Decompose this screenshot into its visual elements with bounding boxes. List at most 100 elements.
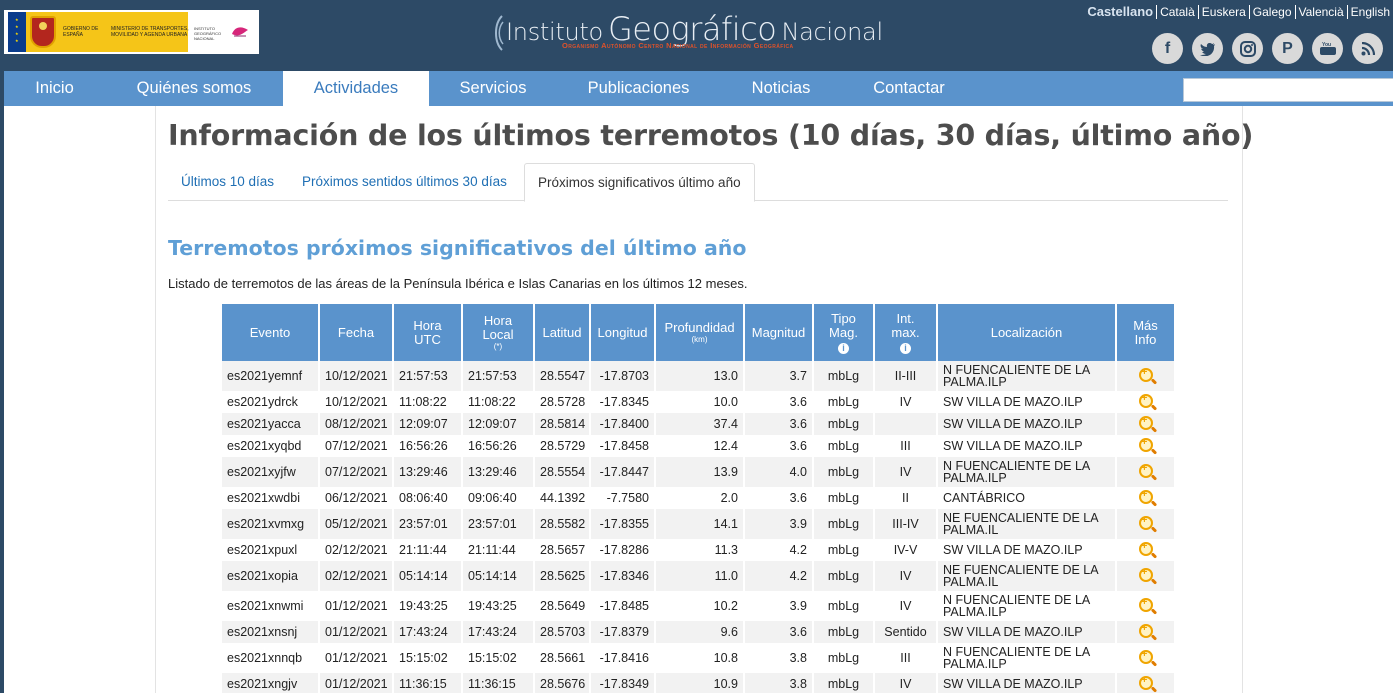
lang-euskera[interactable]: Euskera xyxy=(1197,5,1249,19)
mag-type-cell: mbLg xyxy=(812,591,874,621)
col-mas-info-label-2: Info xyxy=(1134,331,1157,347)
event-id-cell: es2021xpuxl xyxy=(222,539,319,561)
utc-time-cell: 21:11:44 xyxy=(392,539,462,561)
table-row: es2021yemnf 10/12/2021 21:57:53 21:57:53 28.… xyxy=(222,361,1174,391)
info-icon[interactable]: i xyxy=(838,342,849,354)
gov-text: Gobierno de España xyxy=(63,26,99,38)
svg-text:You: You xyxy=(1322,42,1331,48)
more-info-cell xyxy=(1115,673,1174,693)
intensity-cell xyxy=(873,413,937,435)
lang-galego[interactable]: Galego xyxy=(1248,5,1295,19)
longitude-cell: -17.8485 xyxy=(589,591,655,621)
zoom-in-icon[interactable] xyxy=(1138,489,1153,504)
magnitude-cell: 3.6 xyxy=(743,621,813,643)
mag-type-cell: mbLg xyxy=(812,391,874,413)
utc-time-cell: 05:14:14 xyxy=(392,561,462,591)
more-info-cell xyxy=(1115,561,1174,591)
zoom-in-icon[interactable] xyxy=(1138,567,1153,582)
location-cell: SW VILLA DE MAZO.ILP xyxy=(936,673,1116,693)
lang-castellano[interactable]: Castellano xyxy=(1084,5,1156,19)
col-hora-utc: Hora UTC xyxy=(392,304,462,361)
date-cell: 07/12/2021 xyxy=(318,435,393,457)
magnitude-cell: 3.6 xyxy=(743,487,813,509)
table-row: es2021ydrck 10/12/2021 11:08:22 11:08:22 28.… xyxy=(222,391,1174,413)
magnitude-cell: 3.9 xyxy=(743,509,813,539)
utc-time-cell: 11:36:15 xyxy=(392,673,462,693)
depth-cell: 2.0 xyxy=(654,487,744,509)
event-id-cell: es2021xopia xyxy=(222,561,319,591)
ign-logo: Instituto Geográfico Nacional xyxy=(192,12,256,52)
zoom-in-icon[interactable] xyxy=(1138,623,1153,638)
twitter-icon[interactable] xyxy=(1192,33,1223,64)
table-row: es2021yacca 08/12/2021 12:09:07 12:09:07 28.… xyxy=(222,413,1174,435)
nav-publicaciones[interactable]: Publicaciones xyxy=(557,71,720,106)
location-cell: N FUENCALIENTE DE LA PALMA.ILP xyxy=(936,457,1116,487)
depth-cell: 37.4 xyxy=(654,413,744,435)
nav-servicios[interactable]: Servicios xyxy=(429,71,557,106)
intensity-cell: IV xyxy=(873,391,937,413)
nav-quienes-somos[interactable]: Quiénes somos xyxy=(105,71,283,106)
lang-english[interactable]: English xyxy=(1346,5,1393,19)
zoom-in-icon[interactable] xyxy=(1138,515,1153,530)
mag-type-cell: mbLg xyxy=(812,435,874,457)
depth-cell: 10.9 xyxy=(654,673,744,693)
zoom-in-icon[interactable] xyxy=(1138,415,1153,430)
depth-cell: 9.6 xyxy=(654,621,744,643)
utc-time-cell: 12:09:07 xyxy=(392,413,462,435)
event-id-cell: es2021yacca xyxy=(222,413,319,435)
mag-type-cell: mbLg xyxy=(812,361,874,391)
local-time-cell: 11:08:22 xyxy=(461,391,534,413)
nav-contactar[interactable]: Contactar xyxy=(842,71,976,106)
nav-actividades[interactable]: Actividades xyxy=(283,71,429,106)
facebook-icon[interactable]: f xyxy=(1152,33,1183,64)
zoom-in-icon[interactable] xyxy=(1138,393,1153,408)
mag-type-cell: mbLg xyxy=(812,487,874,509)
more-info-cell xyxy=(1115,487,1174,509)
zoom-in-icon[interactable] xyxy=(1138,597,1153,612)
location-cell: SW VILLA DE MAZO.ILP xyxy=(936,391,1116,413)
nav-noticias[interactable]: Noticias xyxy=(720,71,842,106)
latitude-cell: 28.5729 xyxy=(533,435,590,457)
nav-inicio[interactable]: Inicio xyxy=(4,71,105,106)
col-hora-local-note: (*) xyxy=(493,341,503,351)
intensity-cell: IV-V xyxy=(873,539,937,561)
tab-ultimos-10-dias[interactable]: Últimos 10 días xyxy=(168,163,287,201)
col-latitud: Latitud xyxy=(533,304,590,361)
zoom-in-icon[interactable] xyxy=(1138,541,1153,556)
site-logo[interactable]: Instituto Geográfico Nacional Organismo … xyxy=(492,10,912,62)
youtube-icon[interactable]: You xyxy=(1312,33,1343,64)
zoom-in-icon[interactable] xyxy=(1138,367,1153,382)
local-time-cell: 21:11:44 xyxy=(461,539,534,561)
zoom-in-icon[interactable] xyxy=(1138,437,1153,452)
government-logo[interactable]: ★ ★ ★ ★ Gobierno de España Ministerio de Tr… xyxy=(4,10,259,54)
instagram-icon[interactable] xyxy=(1232,33,1263,64)
date-cell: 02/12/2021 xyxy=(318,561,393,591)
zoom-in-icon[interactable] xyxy=(1138,463,1153,478)
language-selector: Castellano Català Euskera Galego Valenci… xyxy=(1084,4,1393,20)
search-input[interactable] xyxy=(1183,78,1393,102)
tab-sentidos-30-dias[interactable]: Próximos sentidos últimos 30 días xyxy=(289,163,520,201)
zoom-in-icon[interactable] xyxy=(1138,675,1153,690)
intensity-cell: II-III xyxy=(873,361,937,391)
pinterest-icon[interactable]: P xyxy=(1272,33,1303,64)
intensity-cell: III xyxy=(873,435,937,457)
longitude-cell: -17.8447 xyxy=(589,457,655,487)
table-row: es2021xyjfw 07/12/2021 13:29:46 13:29:46 28.… xyxy=(222,457,1174,487)
tab-significativos-ultimo-ano[interactable]: Próximos significativos último año xyxy=(524,163,755,202)
col-hora-utc-label-2: UTC xyxy=(414,331,441,347)
mag-type-cell: mbLg xyxy=(812,643,874,673)
mag-type-cell: mbLg xyxy=(812,673,874,693)
table-row: es2021xnsnj 01/12/2021 17:43:24 17:43:24 28.… xyxy=(222,621,1174,643)
col-magnitud: Magnitud xyxy=(743,304,813,361)
info-icon[interactable]: i xyxy=(900,342,911,354)
zoom-in-icon[interactable] xyxy=(1138,649,1153,664)
more-info-cell xyxy=(1115,509,1174,539)
longitude-cell: -17.8703 xyxy=(589,361,655,391)
location-cell: NE FUENCALIENTE DE LA PALMA.IL xyxy=(936,561,1116,591)
latitude-cell: 28.5547 xyxy=(533,361,590,391)
col-tipo-mag-label-1: Tipo xyxy=(831,310,856,326)
lang-catala[interactable]: Català xyxy=(1156,5,1198,19)
rss-icon[interactable] xyxy=(1352,33,1383,64)
lang-valencia[interactable]: Valencià xyxy=(1294,5,1347,19)
latitude-cell: 28.5661 xyxy=(533,643,590,673)
